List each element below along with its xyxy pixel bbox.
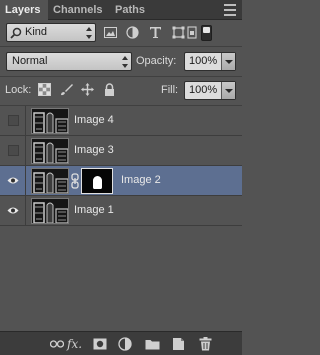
- opacity-label: Opacity:: [136, 55, 177, 67]
- blend-mode-select[interactable]: Normal: [6, 52, 132, 71]
- lock-transparent-icon[interactable]: [38, 83, 51, 96]
- photo-thumbnail-icon: [32, 109, 68, 133]
- pixel-filter-icon[interactable]: [104, 26, 117, 39]
- photo-thumbnail-icon: [32, 199, 68, 223]
- adjustment-layer-icon[interactable]: [118, 336, 132, 352]
- tab-channels[interactable]: Channels: [48, 0, 110, 20]
- eye-icon: [7, 207, 19, 214]
- layers-footer-toolbar: fx.: [0, 331, 242, 355]
- visibility-toggle[interactable]: [0, 196, 26, 226]
- new-layer-icon[interactable]: [172, 336, 185, 352]
- fill-value[interactable]: 100%: [189, 82, 217, 99]
- select-arrows-icon: [86, 27, 92, 39]
- lock-position-icon[interactable]: [81, 83, 94, 96]
- photo-thumbnail-icon: [32, 169, 68, 193]
- lock-label: Lock:: [5, 84, 32, 96]
- layer-thumbnail[interactable]: [31, 198, 69, 224]
- adjustment-filter-icon[interactable]: [126, 26, 139, 39]
- filter-toggle-switch[interactable]: [201, 25, 212, 41]
- link-layers-icon[interactable]: [50, 336, 64, 352]
- opacity-dropdown-button[interactable]: [221, 53, 235, 70]
- fill-field[interactable]: 100%: [184, 81, 236, 100]
- layer-row[interactable]: Image 4: [0, 106, 242, 136]
- fill-label: Fill:: [161, 84, 179, 96]
- divider: [0, 46, 242, 47]
- layer-name[interactable]: Image 4: [74, 114, 114, 126]
- divider: [0, 76, 242, 77]
- tab-layers[interactable]: Layers: [0, 0, 48, 20]
- layer-row[interactable]: Image 3: [0, 136, 242, 166]
- visibility-toggle[interactable]: [0, 106, 26, 136]
- lock-image-icon[interactable]: [60, 83, 73, 96]
- panel-menu-icon[interactable]: [224, 4, 236, 16]
- layer-thumbnail[interactable]: [31, 168, 69, 194]
- tab-paths[interactable]: Paths: [110, 0, 150, 20]
- layer-thumbnail[interactable]: [31, 138, 69, 164]
- fill-dropdown-button[interactable]: [221, 82, 235, 99]
- search-icon: [10, 27, 22, 39]
- opacity-field[interactable]: 100%: [184, 52, 236, 71]
- layer-mask-thumbnail[interactable]: [81, 168, 113, 194]
- eye-icon: [7, 177, 19, 184]
- layer-thumbnail[interactable]: [31, 108, 69, 134]
- type-filter-icon[interactable]: [149, 26, 162, 39]
- select-arrows-icon: [122, 56, 128, 68]
- layer-name[interactable]: Image 2: [121, 174, 161, 186]
- mask-link-icon[interactable]: [71, 173, 79, 189]
- visibility-off-box: [8, 145, 19, 156]
- layer-name[interactable]: Image 1: [74, 204, 114, 216]
- panel-tab-bar: Layers Channels Paths: [0, 0, 242, 20]
- photo-thumbnail-icon: [32, 139, 68, 163]
- visibility-off-box: [8, 115, 19, 126]
- layer-row-selected[interactable]: Image 2: [0, 166, 242, 196]
- shape-filter-icon[interactable]: [172, 26, 185, 39]
- delete-layer-icon[interactable]: [199, 336, 212, 352]
- layer-name[interactable]: Image 3: [74, 144, 114, 156]
- visibility-toggle[interactable]: [0, 136, 26, 166]
- filter-kind-label: Kind: [25, 26, 48, 38]
- layers-list: Image 4 Image 3 Image 2 Image 1: [0, 106, 242, 331]
- smart-object-filter-icon[interactable]: [187, 26, 197, 39]
- visibility-toggle[interactable]: [0, 166, 26, 196]
- add-mask-icon[interactable]: [93, 336, 107, 352]
- layer-row[interactable]: Image 1: [0, 196, 242, 226]
- filter-kind-select[interactable]: Kind: [6, 23, 96, 42]
- new-group-icon[interactable]: [145, 336, 160, 352]
- fx-icon[interactable]: fx.: [67, 336, 82, 352]
- mask-shape: [93, 176, 102, 189]
- lock-all-icon[interactable]: [103, 83, 116, 96]
- blend-mode-value: Normal: [12, 55, 48, 67]
- opacity-value[interactable]: 100%: [189, 53, 217, 70]
